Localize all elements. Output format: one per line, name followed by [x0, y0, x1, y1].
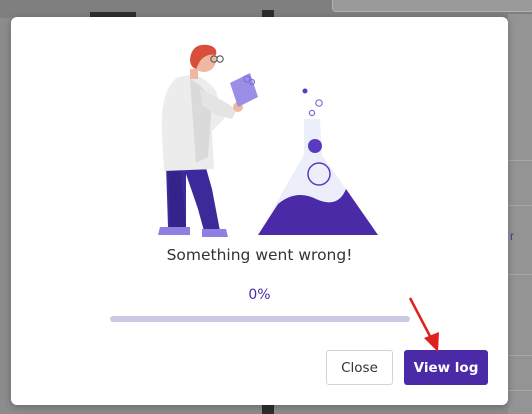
red-arrow-icon [408, 297, 439, 352]
background-link-fragment: r [510, 229, 514, 243]
background-divider [508, 205, 532, 206]
background-side-panel [508, 14, 532, 414]
background-divider [508, 355, 532, 356]
progress-bar [110, 316, 410, 322]
error-message: Something went wrong! [166, 246, 353, 264]
background-dark-element [262, 405, 274, 414]
flask-figure [258, 88, 378, 235]
background-divider [508, 274, 532, 275]
view-log-button[interactable]: View log [404, 350, 488, 385]
background-divider [508, 390, 532, 391]
background-input [332, 0, 532, 12]
background-divider [508, 160, 532, 161]
scientist-figure [158, 44, 258, 237]
close-button[interactable]: Close [326, 350, 393, 385]
scientist-with-flask-illustration [158, 44, 378, 237]
